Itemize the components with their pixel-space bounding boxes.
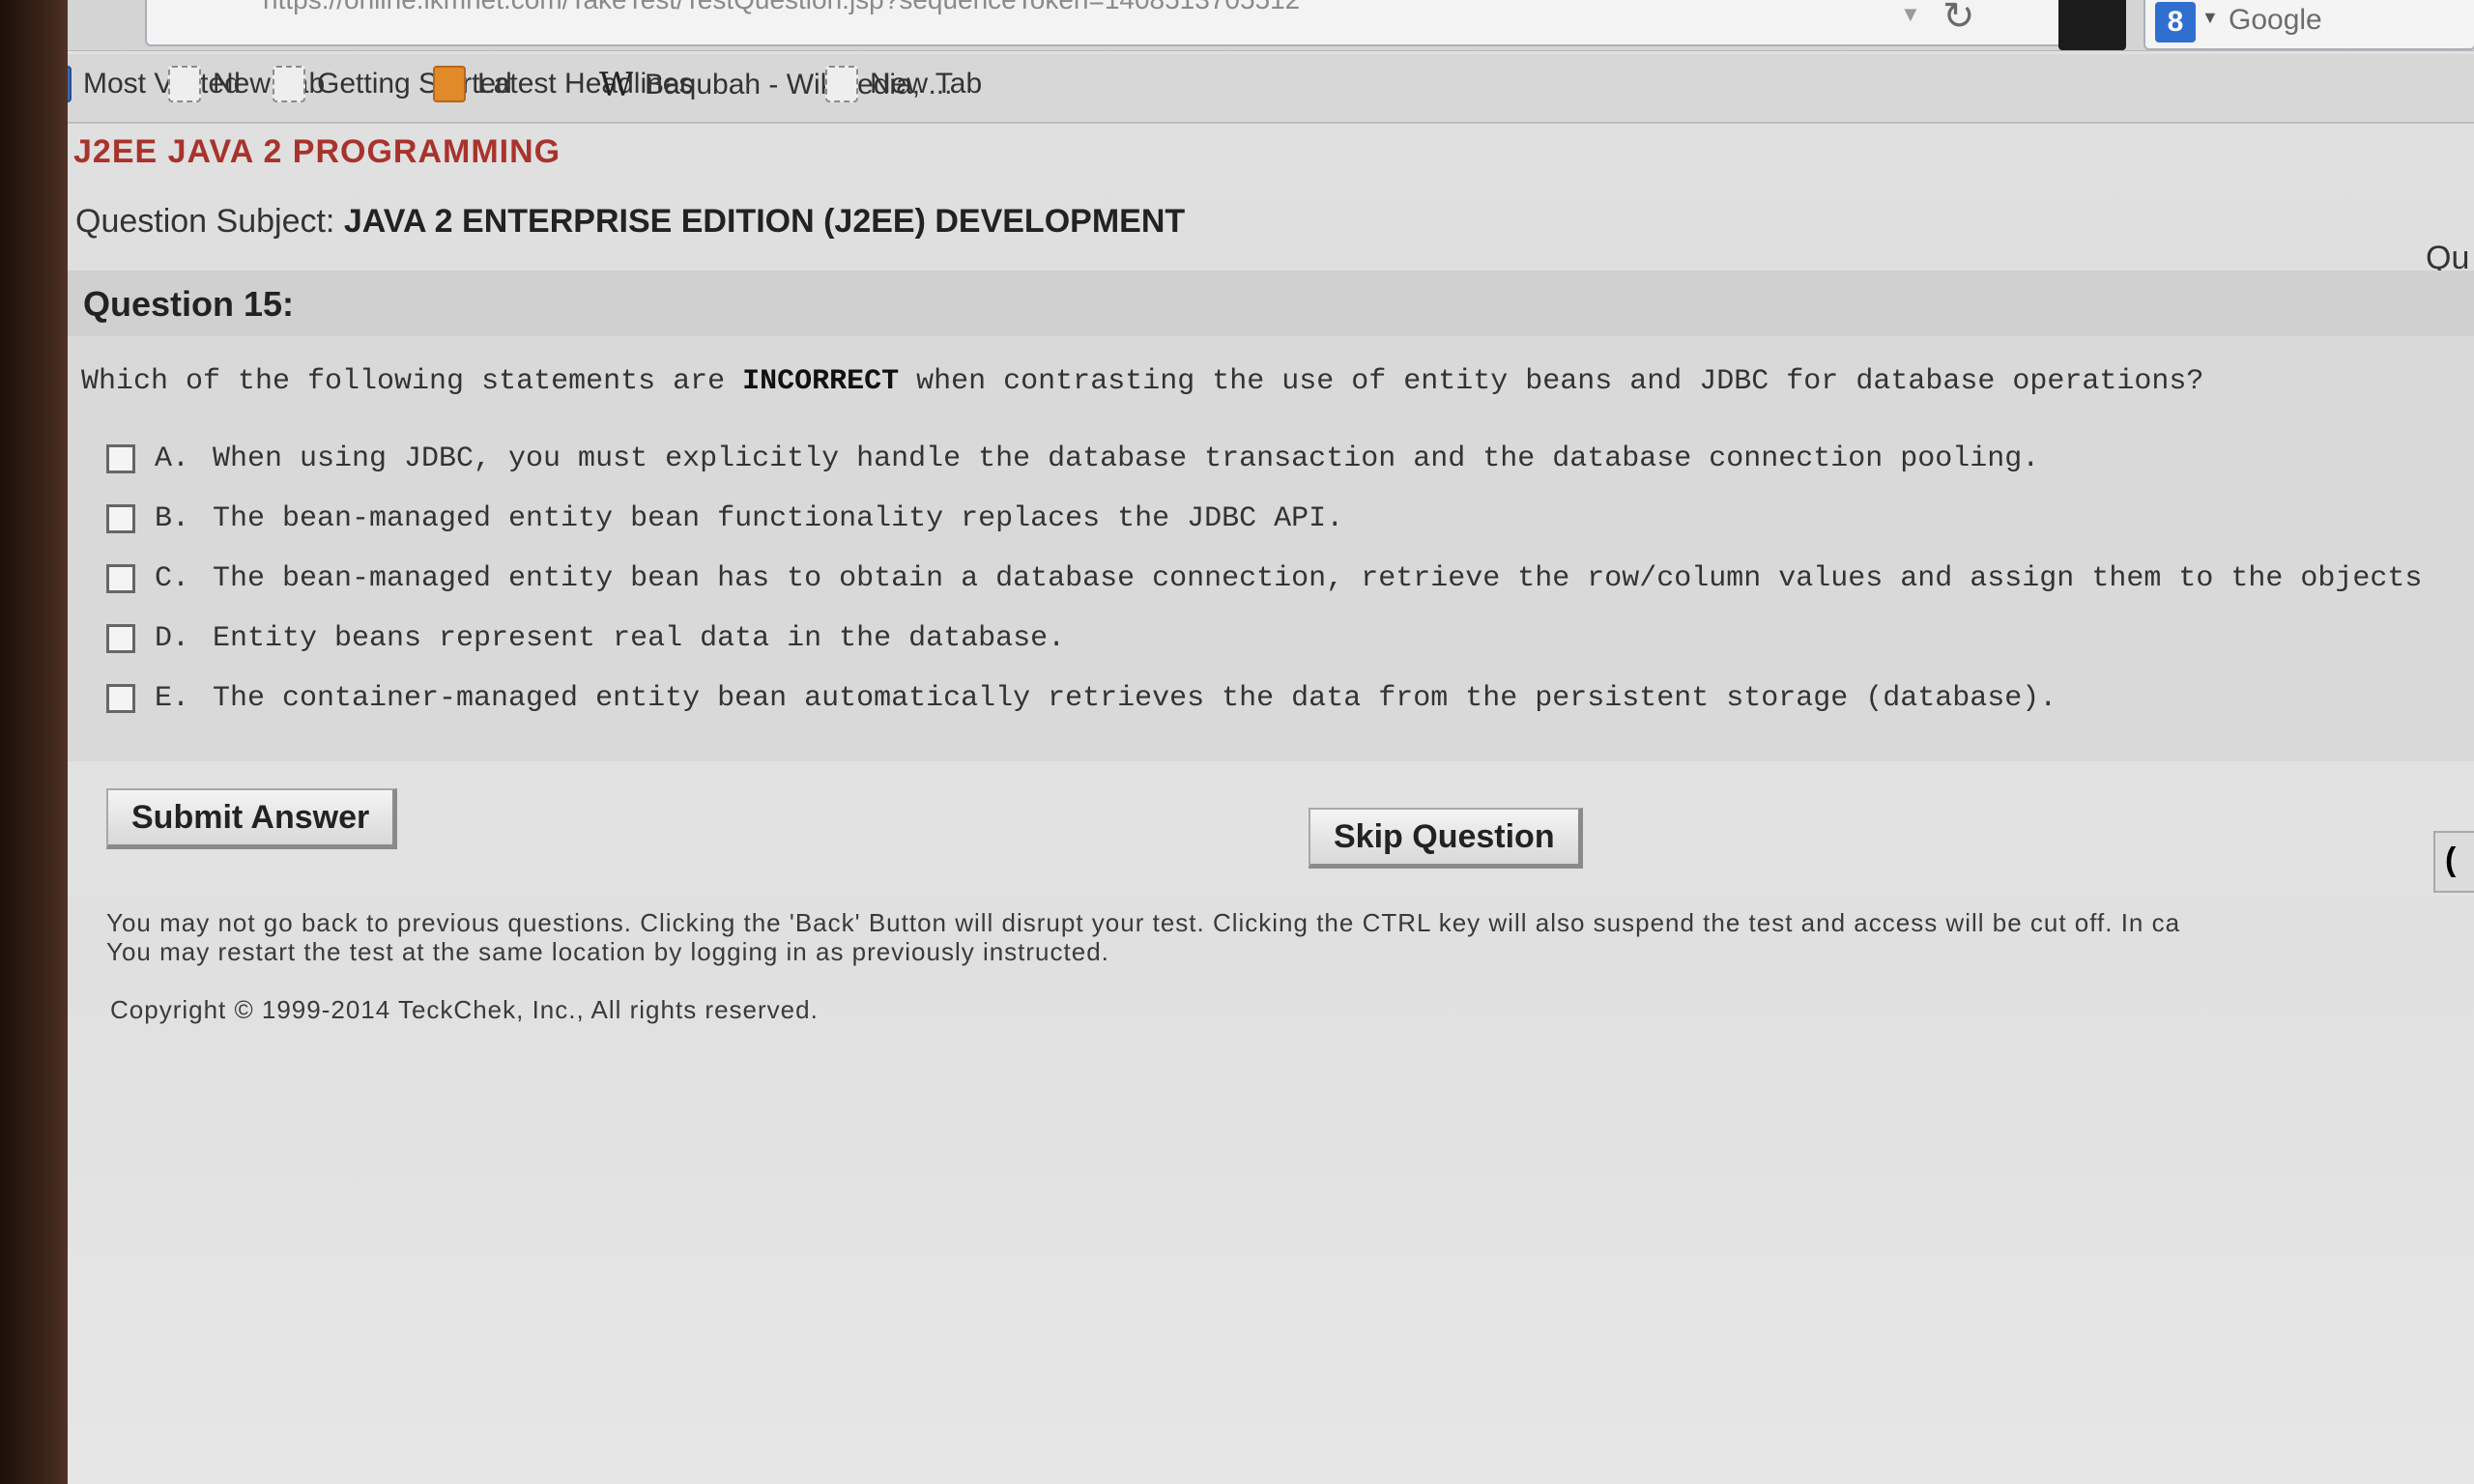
navigation-bar: https://online.ikmnet.com/TakeTest/TestQ… (68, 0, 2474, 51)
subject-value: JAVA 2 ENTERPRISE EDITION (J2EE) DEVELOP… (343, 203, 1186, 240)
question-text: Which of the following statements are IN… (81, 365, 2203, 398)
option-letter: A. (155, 442, 190, 475)
page-icon (168, 66, 201, 102)
answer-option-b[interactable]: B. The bean-managed entity bean function… (106, 502, 1343, 535)
option-text: The container-managed entity bean automa… (213, 682, 2057, 715)
page-icon (825, 66, 858, 102)
address-bar[interactable]: https://online.ikmnet.com/TakeTest/TestQ… (145, 0, 2091, 46)
search-box[interactable]: 8 ▼ Google (2143, 0, 2474, 50)
test-notice: You may not go back to previous question… (106, 908, 2180, 966)
page-icon (273, 66, 305, 102)
answer-option-c[interactable]: C. The bean-managed entity bean has to o… (106, 562, 2422, 595)
answer-checkbox[interactable] (106, 564, 135, 593)
search-placeholder: Google (2229, 4, 2322, 36)
most-visited-icon (68, 66, 72, 102)
question-text-emphasis: INCORRECT (742, 365, 900, 398)
question-header: Question 15: (68, 271, 2474, 336)
answer-checkbox[interactable] (106, 624, 135, 653)
question-body: Which of the following statements are IN… (68, 336, 2474, 761)
option-letter: E. (155, 682, 190, 715)
history-dropdown-icon[interactable]: ▼ (1900, 2, 1921, 27)
option-text: The bean-managed entity bean functionali… (213, 502, 1344, 535)
app-title: J2EE JAVA 2 PROGRAMMING (73, 133, 561, 170)
search-engine-dropdown-icon[interactable]: ▼ (2201, 8, 2219, 28)
answer-option-a[interactable]: A. When using JDBC, you must explicitly … (106, 442, 2039, 475)
bookmarks-toolbar: Most Visited New Tab Getting Started Lat… (68, 54, 2474, 124)
answer-checkbox[interactable] (106, 444, 135, 473)
subject-label: Question Subject: (75, 203, 335, 240)
rss-icon (433, 66, 466, 102)
answer-option-e[interactable]: E. The container-managed entity bean aut… (106, 682, 2057, 715)
action-bar: Submit Answer Skip Question ( (68, 761, 2474, 897)
bookmark-label: New Tab (870, 68, 983, 100)
answer-option-d[interactable]: D. Entity beans represent real data in t… (106, 622, 1065, 655)
browser-window: https://online.ikmnet.com/TakeTest/TestQ… (68, 0, 2474, 1484)
wikipedia-icon: W (599, 66, 633, 104)
option-letter: B. (155, 502, 190, 535)
answer-checkbox[interactable] (106, 504, 135, 533)
submit-answer-button[interactable]: Submit Answer (106, 788, 398, 849)
clipped-button[interactable]: ( (2433, 831, 2474, 893)
answer-checkbox[interactable] (106, 684, 135, 713)
question-text-prefix: Which of the following statements are (81, 365, 743, 398)
option-letter: D. (155, 622, 190, 655)
reload-icon[interactable]: ↻ (1942, 0, 1975, 39)
question-subject: Question Subject: JAVA 2 ENTERPRISE EDIT… (75, 203, 1185, 241)
option-text: Entity beans represent real data in the … (213, 622, 1066, 655)
notice-line-2: You may restart the test at the same loc… (106, 937, 1109, 966)
question-number: Question 15: (83, 284, 295, 324)
bookmark-new-tab-2[interactable]: New Tab (825, 66, 982, 102)
question-text-suffix: when contrasting the use of entity beans… (899, 365, 2204, 398)
notice-line-1: You may not go back to previous question… (106, 908, 2181, 937)
option-text: When using JDBC, you must explicitly han… (213, 442, 2040, 475)
copyright-text: Copyright © 1999-2014 TeckChek, Inc., Al… (110, 995, 819, 1024)
monitor-bezel (0, 0, 77, 1484)
skip-question-button[interactable]: Skip Question (1309, 808, 1583, 869)
home-button[interactable] (2058, 0, 2126, 50)
option-text: The bean-managed entity bean has to obta… (213, 562, 2423, 595)
address-bar-url: https://online.ikmnet.com/TakeTest/TestQ… (263, 0, 1300, 15)
option-letter: C. (155, 562, 190, 595)
search-engine-icon[interactable]: 8 (2155, 2, 2196, 43)
